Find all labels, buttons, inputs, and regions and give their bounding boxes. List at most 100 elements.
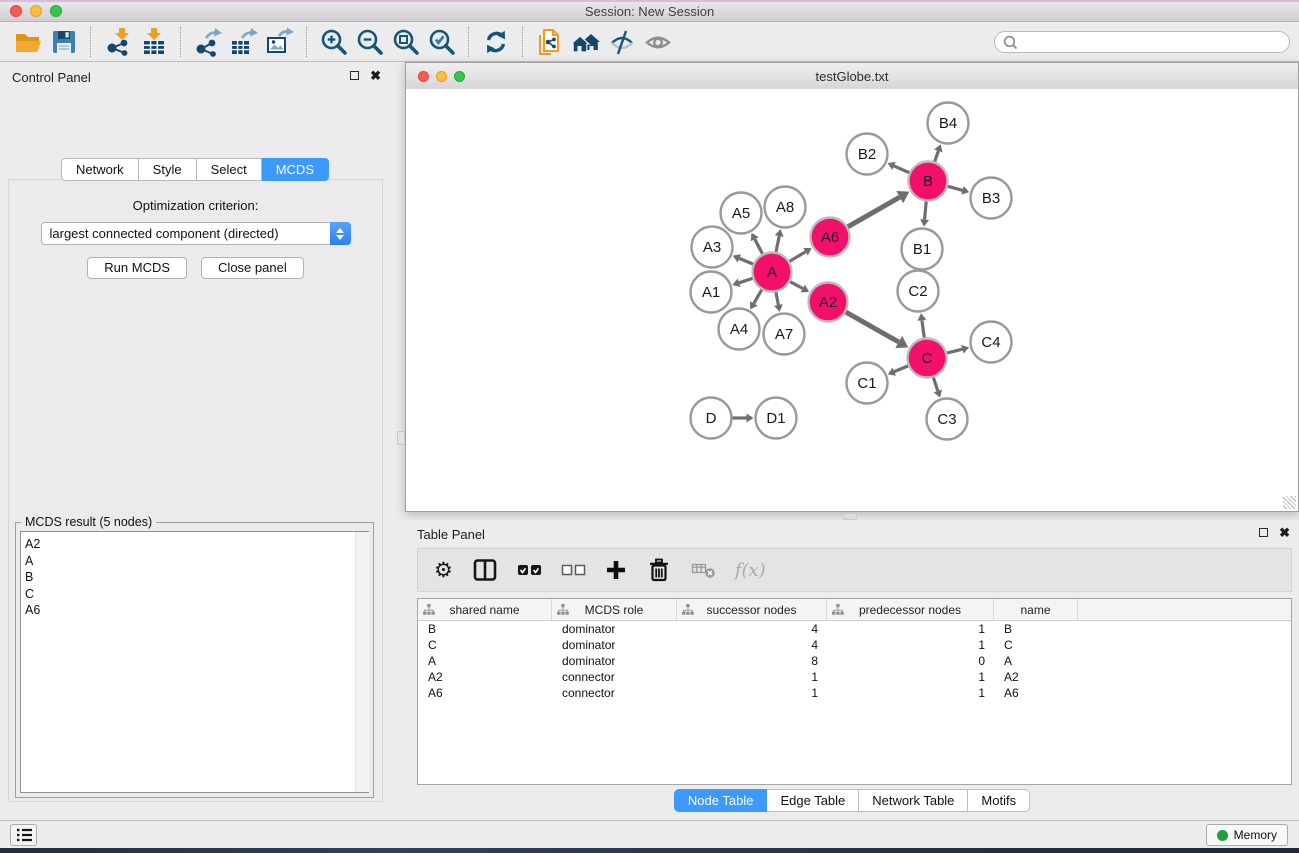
zoom-fit-icon[interactable] [388, 26, 424, 58]
float-table-panel-icon[interactable] [1259, 528, 1268, 537]
tab-mcds[interactable]: MCDS [262, 158, 329, 181]
close-panel-icon[interactable]: ✖ [370, 70, 381, 81]
graph-edge-A-A3[interactable] [733, 254, 753, 264]
cell-successor-nodes[interactable]: 4 [677, 637, 827, 653]
graph-edge-A6-B[interactable] [848, 191, 910, 227]
cell-shared-name[interactable]: B [418, 621, 552, 637]
create-column-icon[interactable] [605, 559, 627, 581]
graph-edge-B-B1[interactable] [920, 201, 929, 226]
close-panel-button[interactable]: Close panel [201, 257, 304, 279]
graph-edge-A-A1[interactable] [732, 278, 752, 287]
table-settings-icon[interactable]: ⚙ [434, 560, 453, 581]
mcds-result-item[interactable]: A2 [21, 536, 368, 553]
export-table-icon[interactable] [226, 26, 262, 58]
tab-node-table[interactable]: Node Table [674, 789, 768, 812]
network-window-titlebar[interactable]: testGlobe.txt [406, 63, 1298, 90]
cell-mcds-role[interactable]: connector [552, 669, 677, 685]
cell-successor-nodes[interactable]: 1 [677, 669, 827, 685]
column-header-predecessor-nodes[interactable]: predecessor nodes [827, 599, 994, 620]
search-field[interactable] [994, 31, 1290, 53]
graph-node-B3[interactable]: B3 [971, 178, 1012, 219]
float-panel-icon[interactable] [350, 71, 359, 80]
graph-node-B1[interactable]: B1 [902, 229, 943, 270]
graph-node-A1[interactable]: A1 [691, 272, 732, 313]
graph-edge-A-A8[interactable] [775, 229, 784, 252]
graph-edge-B-B3[interactable] [948, 186, 969, 195]
function-builder-icon[interactable]: f(x) [735, 560, 766, 581]
column-header-successor-nodes[interactable]: successor nodes [677, 599, 827, 620]
graph-node-D1[interactable]: D1 [756, 398, 797, 439]
hide-details-icon[interactable] [604, 26, 640, 58]
show-columns-icon[interactable] [472, 557, 498, 583]
cell-predecessor-nodes[interactable]: 1 [827, 669, 994, 685]
open-session-icon[interactable] [10, 26, 46, 58]
cell-predecessor-nodes[interactable]: 1 [827, 621, 994, 637]
resize-grip-icon[interactable] [1283, 496, 1296, 509]
cell-successor-nodes[interactable]: 1 [677, 685, 827, 701]
graph-edge-A-A4[interactable] [750, 290, 762, 310]
vertical-divider-handle[interactable] [397, 431, 405, 445]
cell-name[interactable]: C [994, 637, 1078, 653]
cell-shared-name[interactable]: C [418, 637, 552, 653]
cell-predecessor-nodes[interactable]: 1 [827, 637, 994, 653]
tab-select[interactable]: Select [197, 158, 262, 181]
show-details-icon[interactable] [640, 26, 676, 58]
open-network-file-icon[interactable] [532, 26, 568, 58]
graph-edge-A2-C[interactable] [846, 312, 908, 348]
graph-edge-C-C3[interactable] [933, 377, 942, 397]
task-history-button[interactable] [10, 824, 37, 846]
search-input[interactable] [1018, 32, 1289, 52]
graph-node-B[interactable]: B [909, 162, 948, 201]
graph-node-A8[interactable]: A8 [765, 187, 806, 228]
tab-network[interactable]: Network [61, 158, 139, 181]
import-table-icon[interactable] [136, 26, 172, 58]
delete-table-icon[interactable] [691, 559, 716, 581]
save-session-icon[interactable] [46, 26, 82, 58]
graph-node-C[interactable]: C [908, 339, 947, 378]
table-row[interactable]: A2connector11A2 [418, 669, 1291, 685]
tab-style[interactable]: Style [139, 158, 197, 181]
graph-node-A6[interactable]: A6 [811, 218, 850, 257]
column-header-shared-name[interactable]: shared name [418, 599, 552, 620]
mcds-result-item[interactable]: C [21, 586, 368, 603]
graph-edge-A-A7[interactable] [774, 292, 783, 312]
result-scrollbar[interactable] [355, 532, 369, 792]
graph-node-B2[interactable]: B2 [847, 134, 888, 175]
table-row[interactable]: Adominator80A [418, 653, 1291, 669]
graph-edge-C-C2[interactable] [917, 313, 926, 337]
graph-node-A5[interactable]: A5 [721, 193, 762, 234]
tab-edge-table[interactable]: Edge Table [767, 789, 859, 812]
graph-edge-C-C1[interactable] [888, 366, 908, 376]
graph-node-C4[interactable]: C4 [971, 322, 1012, 363]
graph-edge-B-B2[interactable] [888, 162, 910, 173]
select-all-columns-icon[interactable] [517, 562, 542, 578]
optimization-criterion-select[interactable]: largest connected component (directed) [41, 222, 351, 245]
unselect-all-columns-icon[interactable] [561, 562, 586, 578]
graph-node-A7[interactable]: A7 [764, 314, 805, 355]
cell-successor-nodes[interactable]: 4 [677, 621, 827, 637]
cell-shared-name[interactable]: A6 [418, 685, 552, 701]
graph-node-A2[interactable]: A2 [809, 283, 848, 322]
graph-edge-D-D1[interactable] [733, 414, 754, 423]
table-row[interactable]: Cdominator41C [418, 637, 1291, 653]
cell-mcds-role[interactable]: dominator [552, 653, 677, 669]
memory-button[interactable]: Memory [1206, 824, 1288, 846]
mcds-result-item[interactable]: A [21, 553, 368, 570]
cell-predecessor-nodes[interactable]: 1 [827, 685, 994, 701]
graph-node-A3[interactable]: A3 [692, 227, 733, 268]
graph-edge-A-A6[interactable] [790, 248, 812, 261]
cell-mcds-role[interactable]: dominator [552, 621, 677, 637]
column-header-mcds-role[interactable]: MCDS role [552, 599, 677, 620]
mcds-result-list[interactable]: A2ABCA6 [20, 531, 369, 793]
column-header-name[interactable]: name [994, 599, 1078, 620]
tab-motifs[interactable]: Motifs [968, 789, 1030, 812]
cell-name[interactable]: A6 [994, 685, 1078, 701]
export-network-icon[interactable] [190, 26, 226, 58]
graph-node-A4[interactable]: A4 [719, 309, 760, 350]
cell-successor-nodes[interactable]: 8 [677, 653, 827, 669]
table-row[interactable]: A6connector11A6 [418, 685, 1291, 701]
graph-edge-C-C4[interactable] [947, 345, 969, 354]
graph-node-D[interactable]: D [691, 398, 732, 439]
delete-columns-icon[interactable] [646, 557, 672, 583]
cell-predecessor-nodes[interactable]: 0 [827, 653, 994, 669]
